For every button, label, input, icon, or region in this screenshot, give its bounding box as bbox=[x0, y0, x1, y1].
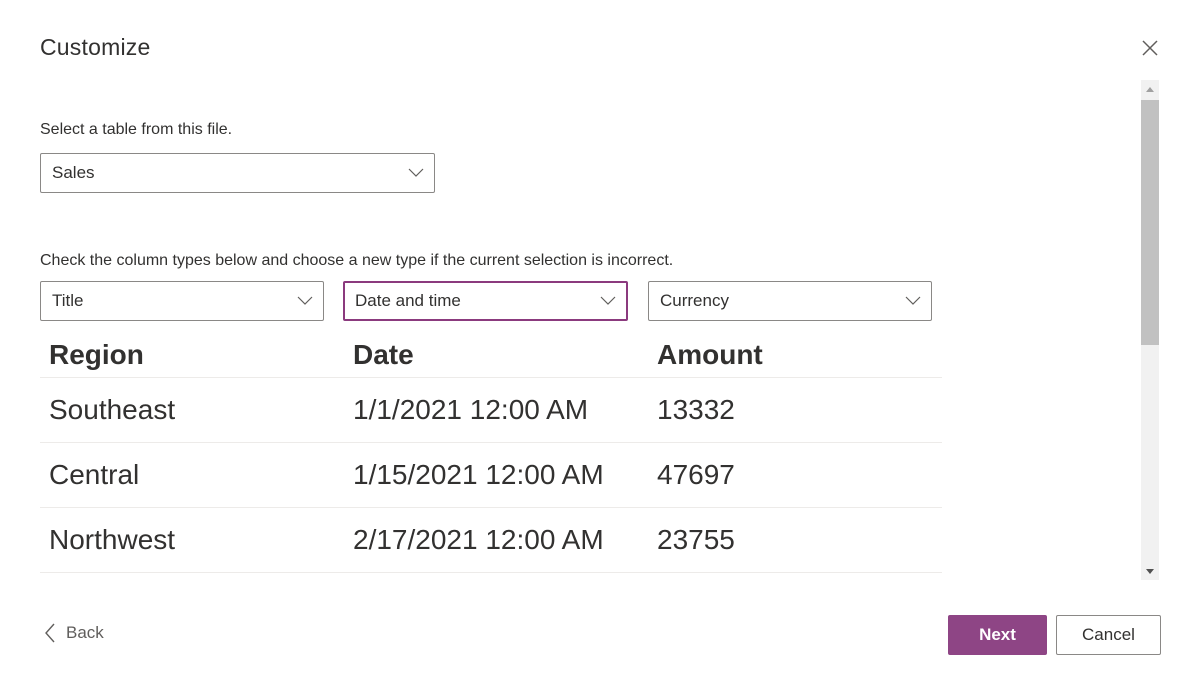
chevron-down-icon bbox=[600, 296, 616, 306]
column-type-dropdown-amount[interactable]: Currency bbox=[648, 281, 932, 321]
table-row: Southeast 1/1/2021 12:00 AM 13332 bbox=[40, 378, 942, 443]
chevron-down-icon bbox=[905, 296, 921, 306]
column-type-value: Currency bbox=[660, 291, 729, 310]
table-header-row: Region Date Amount bbox=[40, 335, 942, 378]
table-cell: Southeast bbox=[49, 394, 176, 425]
column-type-dropdown-date[interactable]: Date and time bbox=[343, 281, 628, 321]
column-type-dropdown-region[interactable]: Title bbox=[40, 281, 324, 321]
scroll-up-button[interactable] bbox=[1141, 80, 1159, 98]
column-types-instruction: Check the column types below and choose … bbox=[40, 252, 674, 269]
back-label: Back bbox=[66, 623, 104, 642]
column-type-value: Date and time bbox=[355, 291, 461, 310]
table-cell: 1/1/2021 12:00 AM bbox=[353, 394, 589, 425]
caret-up-icon bbox=[1146, 86, 1154, 92]
close-icon bbox=[1142, 40, 1158, 56]
back-button[interactable]: Back bbox=[44, 620, 104, 646]
table-cell: 47697 bbox=[657, 459, 735, 490]
table-cell: Central bbox=[49, 459, 140, 490]
table-cell: 1/15/2021 12:00 AM bbox=[353, 459, 604, 490]
preview-table: Region Date Amount Southeast 1/1/2021 12… bbox=[40, 335, 942, 573]
table-row: Central 1/15/2021 12:00 AM 47697 bbox=[40, 443, 942, 508]
dialog-title: Customize bbox=[40, 34, 151, 60]
chevron-down-icon bbox=[297, 296, 313, 306]
scroll-down-button[interactable] bbox=[1141, 562, 1159, 580]
caret-down-icon bbox=[1146, 568, 1154, 574]
column-header: Date bbox=[353, 339, 414, 370]
chevron-down-icon bbox=[408, 168, 424, 178]
scrollbar-thumb[interactable] bbox=[1141, 100, 1159, 345]
column-type-value: Title bbox=[52, 291, 84, 310]
next-button[interactable]: Next bbox=[948, 615, 1047, 655]
customize-dialog: Customize Select a table from this file.… bbox=[0, 0, 1200, 696]
chevron-left-icon bbox=[44, 623, 56, 643]
table-select-dropdown[interactable]: Sales bbox=[40, 153, 435, 193]
table-row: Northwest 2/17/2021 12:00 AM 23755 bbox=[40, 508, 942, 573]
table-cell: Northwest bbox=[49, 524, 176, 555]
table-cell: 13332 bbox=[657, 394, 735, 425]
table-cell: 23755 bbox=[657, 524, 735, 555]
table-cell: 2/17/2021 12:00 AM bbox=[353, 524, 604, 555]
column-header: Region bbox=[49, 339, 144, 370]
table-select-label: Select a table from this file. bbox=[40, 121, 233, 138]
column-header: Amount bbox=[657, 339, 763, 370]
table-select-value: Sales bbox=[52, 163, 95, 182]
cancel-button[interactable]: Cancel bbox=[1056, 615, 1161, 655]
vertical-scrollbar[interactable] bbox=[1141, 80, 1159, 580]
close-button[interactable] bbox=[1138, 36, 1162, 60]
